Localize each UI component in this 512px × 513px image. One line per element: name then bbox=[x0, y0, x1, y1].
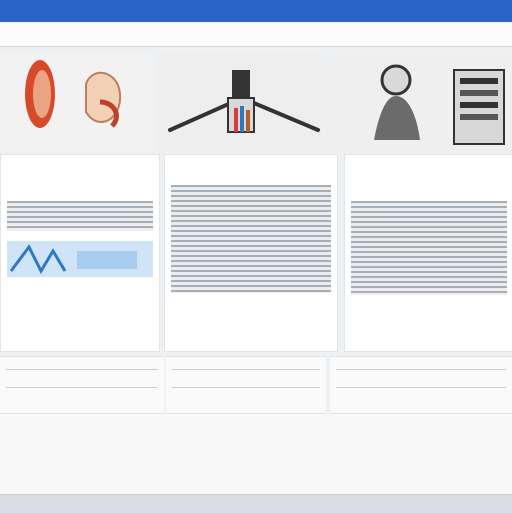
rowline-center-1 bbox=[172, 369, 320, 370]
toolbar bbox=[0, 22, 512, 47]
rowline-left-1 bbox=[6, 369, 158, 370]
rowline-left-2 bbox=[6, 387, 158, 388]
rowline-right-2 bbox=[336, 387, 506, 388]
window-titlebar bbox=[0, 0, 512, 22]
panel-right bbox=[344, 154, 512, 352]
close-icon bbox=[0, 54, 156, 152]
panel-center-textblock bbox=[171, 185, 331, 293]
rowline-center-2 bbox=[172, 387, 320, 388]
statusbar bbox=[0, 494, 512, 513]
banner-right[interactable] bbox=[324, 54, 512, 152]
rows-center bbox=[166, 356, 326, 414]
panel-center bbox=[164, 154, 338, 352]
panel-right-textblock bbox=[351, 201, 507, 295]
gauge-icon bbox=[7, 241, 153, 277]
banner-left[interactable] bbox=[0, 54, 156, 152]
banner-middle[interactable] bbox=[158, 54, 322, 152]
bottom-strip bbox=[0, 414, 512, 494]
rowline-right-1 bbox=[336, 369, 506, 370]
rows-left bbox=[0, 356, 164, 414]
rows-right bbox=[330, 356, 512, 414]
panel-left-textblock bbox=[7, 201, 153, 231]
machine-icon bbox=[324, 54, 512, 152]
drone-icon bbox=[158, 54, 322, 152]
panel-left bbox=[0, 154, 160, 352]
